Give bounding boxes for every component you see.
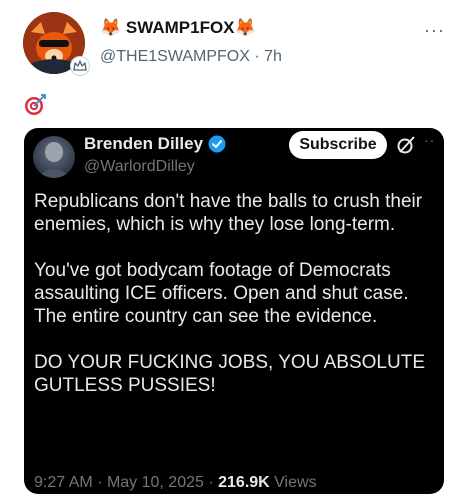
embedded-meta: 9:27 AM · May 10, 2025 · 216.9K Views bbox=[34, 474, 317, 492]
meta-separator: · bbox=[97, 474, 103, 491]
embedded-date: May 10, 2025 bbox=[106, 474, 204, 491]
timestamp[interactable]: 7h bbox=[264, 48, 282, 65]
embedded-image[interactable]: Brenden Dilley @WarlordDilley Subscribe … bbox=[24, 128, 444, 494]
crown-badge-icon bbox=[70, 56, 90, 76]
views-label: Views bbox=[274, 474, 317, 491]
display-name[interactable]: 🦊 SWAMP1FOX🦊 bbox=[100, 18, 256, 38]
embedded-text: Republicans don't have the balls to crus… bbox=[34, 190, 444, 397]
subscribe-button: Subscribe bbox=[289, 131, 387, 159]
target-icon bbox=[25, 94, 46, 115]
paragraph-3: DO YOUR FUCKING JOBS, YOU ABSOLUTE GUTLE… bbox=[34, 352, 425, 396]
views-count: 216.9K bbox=[218, 474, 270, 491]
handle[interactable]: @THE1SWAMPFOX bbox=[100, 48, 250, 65]
paragraph-2: You've got bodycam footage of Democrats … bbox=[34, 260, 409, 327]
handle-and-time: @THE1SWAMPFOX · 7h bbox=[100, 48, 282, 66]
embedded-more-icon: ·· bbox=[424, 132, 436, 148]
embedded-handle: @WarlordDilley bbox=[84, 158, 195, 175]
embedded-name: Brenden Dilley bbox=[84, 134, 204, 153]
separator: · bbox=[254, 48, 260, 65]
tweet-card: 🦊 SWAMP1FOX🦊 @THE1SWAMPFOX · 7h ··· Bren… bbox=[0, 0, 467, 500]
grok-icon bbox=[397, 136, 415, 154]
more-options-icon[interactable]: ··· bbox=[424, 20, 445, 41]
verified-icon bbox=[208, 135, 226, 153]
embedded-time: 9:27 AM bbox=[34, 474, 93, 491]
direct-hit-emoji bbox=[24, 94, 46, 116]
embedded-avatar bbox=[33, 136, 75, 178]
meta-separator-2: · bbox=[208, 474, 214, 491]
paragraph-1: Republicans don't have the balls to crus… bbox=[34, 191, 423, 235]
embedded-author: Brenden Dilley bbox=[84, 134, 226, 154]
